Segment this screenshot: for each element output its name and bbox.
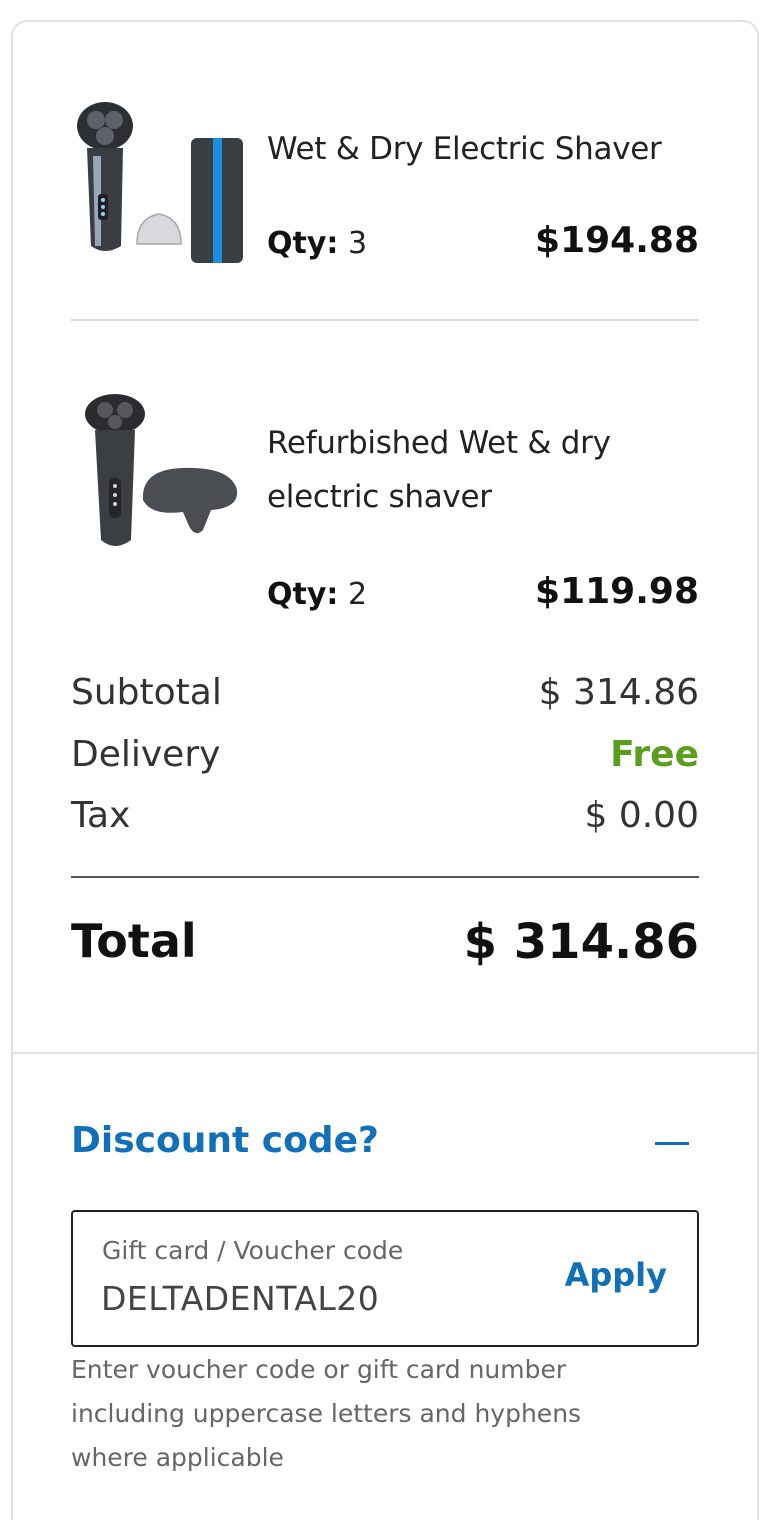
- delivery-label: Delivery: [71, 734, 221, 775]
- subtotal-value: $ 314.86: [538, 672, 699, 713]
- voucher-input[interactable]: [101, 1274, 541, 1322]
- subtotal-label: Subtotal: [71, 672, 222, 713]
- help-text-line: including uppercase letters and hyphens: [71, 1399, 582, 1428]
- qty-value: 3: [347, 226, 368, 261]
- delivery-row: Delivery Free: [71, 734, 699, 794]
- item-price: $194.88: [535, 220, 699, 261]
- item-quantity: Qty: 2: [267, 577, 367, 612]
- total-value: $ 314.86: [463, 914, 699, 970]
- delivery-value: Free: [610, 734, 699, 775]
- total-divider: [71, 876, 699, 878]
- item-name: Wet & Dry Electric Shaver: [267, 131, 662, 167]
- help-text-line: where applicable: [71, 1443, 284, 1472]
- tax-label: Tax: [71, 795, 131, 836]
- item-quantity: Qty: 3: [267, 226, 367, 261]
- minus-icon[interactable]: [655, 1142, 689, 1145]
- item-name-line: electric shaver: [267, 479, 492, 515]
- cart-item: Refurbished Wet & dry electric shaver Qt…: [71, 390, 699, 620]
- voucher-field-label: Gift card / Voucher code: [102, 1236, 404, 1265]
- apply-button[interactable]: Apply: [565, 1256, 667, 1294]
- item-divider: [71, 319, 699, 321]
- help-text-line: Enter voucher code or gift card number: [71, 1355, 567, 1384]
- item-name-line: Refurbished Wet & dry: [267, 425, 611, 461]
- total-label: Total: [71, 914, 197, 968]
- discount-code-title: Discount code?: [71, 1120, 379, 1161]
- voucher-field: Gift card / Voucher code Apply: [71, 1210, 699, 1347]
- qty-value: 2: [347, 577, 368, 612]
- shaver-with-cover-image: [85, 394, 238, 546]
- qty-label: Qty:: [267, 577, 339, 612]
- section-divider: [13, 1052, 757, 1054]
- item-name: Refurbished Wet & dry electric shaver: [267, 416, 699, 524]
- tax-value: $ 0.00: [584, 795, 699, 836]
- item-price: $119.98: [535, 571, 699, 612]
- cart-item: Wet & Dry Electric Shaver Qty: 3 $194.88: [71, 96, 699, 276]
- voucher-help-text: Enter voucher code or gift card number i…: [71, 1348, 691, 1480]
- subtotal-row: Subtotal $ 314.86: [71, 672, 699, 732]
- tax-row: Tax $ 0.00: [71, 795, 699, 855]
- shaver-with-accessories-image: [77, 102, 243, 263]
- discount-code-toggle[interactable]: Discount code?: [71, 1120, 699, 1170]
- qty-label: Qty:: [267, 226, 339, 261]
- order-summary-card: Wet & Dry Electric Shaver Qty: 3 $194.88…: [11, 20, 759, 1520]
